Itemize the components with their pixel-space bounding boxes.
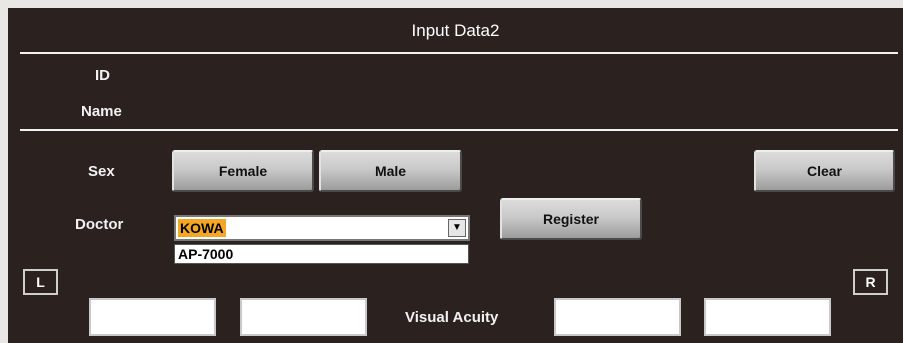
right-acuity-field-1[interactable] xyxy=(554,298,681,336)
dropdown-option-label: AP-7000 xyxy=(178,246,234,262)
left-eye-button[interactable]: L xyxy=(23,269,58,295)
doctor-dropdown-option[interactable]: AP-7000 xyxy=(174,244,469,264)
female-button[interactable]: Female xyxy=(172,150,314,192)
name-label: Name xyxy=(81,103,122,120)
sex-label: Sex xyxy=(88,163,115,180)
id-label: ID xyxy=(95,67,110,84)
middle-divider xyxy=(20,129,898,131)
doctor-selected-value: KOWA xyxy=(178,219,226,237)
dialog-title: Input Data2 xyxy=(411,21,500,40)
doctor-label: Doctor xyxy=(75,216,124,233)
chevron-down-icon[interactable]: ▼ xyxy=(448,219,466,237)
left-acuity-field-2[interactable] xyxy=(240,298,367,336)
register-button[interactable]: Register xyxy=(500,198,642,240)
clear-button[interactable]: Clear xyxy=(754,150,895,192)
right-acuity-field-2[interactable] xyxy=(704,298,831,336)
left-acuity-field-1[interactable] xyxy=(89,298,216,336)
male-button[interactable]: Male xyxy=(319,150,462,192)
input-data-panel: Input Data2 ID Name Sex Female Male Clea… xyxy=(8,8,903,343)
doctor-select[interactable]: KOWA ▼ xyxy=(174,215,470,241)
right-eye-button[interactable]: R xyxy=(853,269,888,295)
top-divider xyxy=(20,52,898,54)
visual-acuity-label: Visual Acuity xyxy=(405,309,499,326)
